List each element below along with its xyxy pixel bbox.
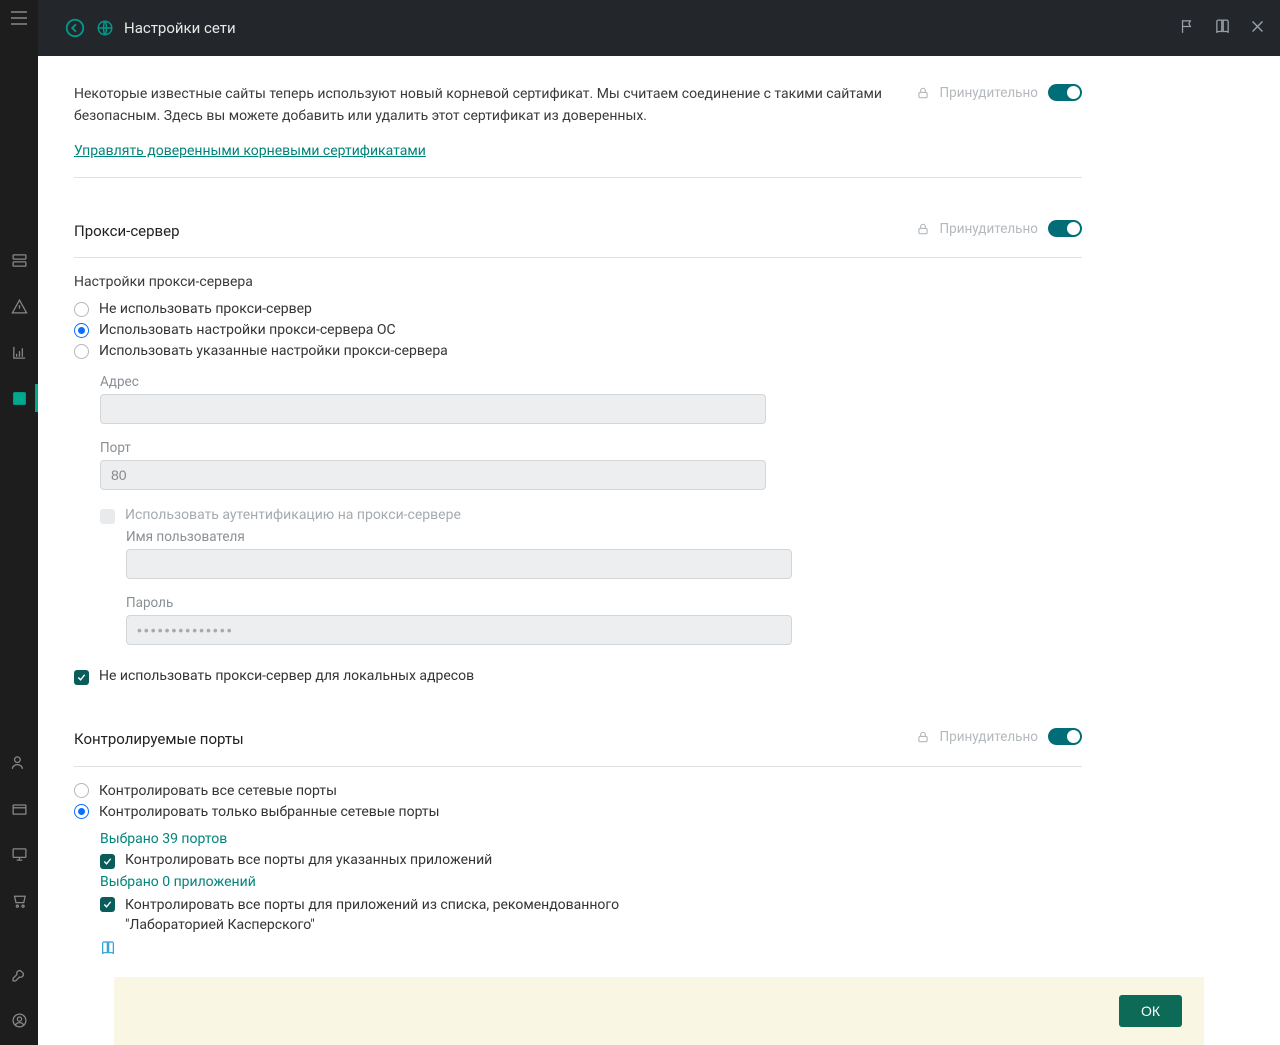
ports-forced-toggle[interactable] [1048, 728, 1082, 745]
dialog-footer: ОК [114, 977, 1204, 1045]
proxy-os-radio[interactable]: Использовать настройки прокси-сервера ОС [74, 322, 1082, 338]
server-icon[interactable] [9, 250, 29, 270]
dialog-header: Настройки сети [38, 0, 1280, 56]
username-label: Имя пользователя [126, 529, 1082, 545]
monitor-kl-apps-checkbox[interactable]: Контролировать все порты для приложений … [100, 895, 1082, 936]
proxy-custom-radio[interactable]: Использовать указанные настройки прокси-… [74, 343, 1082, 359]
menu-button[interactable] [0, 4, 38, 32]
left-sidebar [0, 0, 38, 1045]
globe-icon [96, 19, 114, 37]
selected-apps-link[interactable]: Выбрано 0 приложений [100, 874, 256, 890]
monitor-apps-checkbox[interactable]: Контролировать все порты для указанных п… [100, 852, 1082, 869]
forced-label: Принудительно [940, 85, 1039, 101]
password-label: Пароль [126, 595, 1082, 611]
cert-description: Некоторые известные сайты теперь использ… [74, 84, 898, 163]
close-icon[interactable] [1249, 18, 1266, 39]
lock-icon [916, 86, 930, 100]
manage-trusted-certs-link[interactable]: Управлять доверенными корневыми сертифик… [74, 141, 426, 163]
cert-forced-toggle[interactable] [1048, 84, 1082, 101]
proxy-auth-checkbox[interactable]: Использовать аутентификацию на прокси-се… [100, 507, 1082, 524]
all-ports-radio[interactable]: Контролировать все сетевые порты [74, 783, 1082, 799]
proxy-forced-toggle[interactable] [1048, 220, 1082, 237]
monitor-kl-apps-label: Контролировать все порты для приложений … [125, 895, 685, 936]
selected-ports-link[interactable]: Выбрано 39 портов [100, 831, 227, 847]
wrench-icon[interactable] [9, 965, 29, 985]
alert-icon[interactable] [9, 296, 29, 316]
port-label: Порт [100, 440, 1082, 456]
dialog-title: Настройки сети [124, 19, 236, 37]
address-input[interactable] [100, 394, 766, 424]
lock-icon [916, 222, 930, 236]
package-icon[interactable] [9, 799, 29, 819]
lock-icon [916, 730, 930, 744]
proxy-none-label: Не использовать прокси-сервер [99, 301, 312, 317]
password-input[interactable] [126, 615, 792, 645]
bypass-local-label: Не использовать прокси-сервер для локаль… [99, 668, 474, 684]
proxy-custom-label: Использовать указанные настройки прокси-… [99, 343, 448, 359]
help-book-icon[interactable] [100, 944, 116, 960]
proxy-heading: Прокси-сервер [74, 220, 898, 243]
proxy-os-label: Использовать настройки прокси-сервера ОС [99, 322, 396, 338]
forced-label: Принудительно [940, 221, 1039, 237]
proxy-settings-label: Настройки прокси-сервера [74, 274, 1082, 290]
users-icon[interactable] [9, 753, 29, 773]
address-label: Адрес [100, 374, 1082, 390]
account-icon[interactable] [9, 1011, 29, 1031]
cart-icon[interactable] [9, 891, 29, 911]
back-button[interactable] [64, 17, 86, 39]
selected-ports-label: Контролировать только выбранные сетевые … [99, 804, 440, 820]
ports-heading: Контролируемые порты [74, 728, 898, 751]
chart-icon[interactable] [9, 342, 29, 362]
settings-active-icon[interactable] [9, 388, 29, 408]
monitor-apps-label: Контролировать все порты для указанных п… [125, 852, 492, 868]
help-icon[interactable] [1214, 18, 1231, 39]
proxy-auth-label: Использовать аутентификацию на прокси-се… [125, 507, 461, 523]
proxy-none-radio[interactable]: Не использовать прокси-сервер [74, 301, 1082, 317]
monitor-icon[interactable] [9, 845, 29, 865]
port-input[interactable] [100, 460, 766, 490]
selected-ports-radio[interactable]: Контролировать только выбранные сетевые … [74, 804, 1082, 820]
all-ports-label: Контролировать все сетевые порты [99, 783, 337, 799]
username-input[interactable] [126, 549, 792, 579]
ok-button[interactable]: ОК [1119, 995, 1182, 1027]
flag-icon[interactable] [1179, 18, 1196, 39]
bypass-local-checkbox[interactable]: Не использовать прокси-сервер для локаль… [74, 668, 1082, 685]
forced-label: Принудительно [940, 729, 1039, 745]
